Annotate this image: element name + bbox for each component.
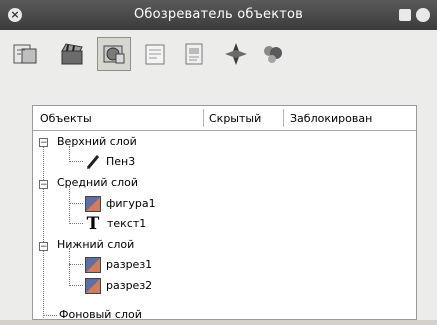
title-bar: × Обозреватель объектов [0, 0, 437, 30]
maximize-icon[interactable] [416, 8, 430, 22]
tree-row-layer[interactable]: Верхний слой [57, 132, 137, 152]
tree-row-label: Пен3 [106, 155, 136, 168]
tool-document-props[interactable] [8, 37, 42, 71]
tree-row-label: текст1 [107, 217, 147, 230]
column-divider[interactable] [283, 109, 284, 127]
toolbar [0, 30, 437, 80]
object-tree[interactable]: Объекты Скрытый Заблокирован − Верхний с… [32, 105, 417, 321]
tree-line [43, 315, 57, 316]
shape-icon [85, 196, 101, 212]
navigator-icon [225, 43, 247, 65]
tool-notes[interactable] [138, 37, 172, 71]
tree-row-shape[interactable]: фигура1 [85, 194, 156, 214]
pen-icon [86, 155, 100, 169]
column-locked[interactable]: Заблокирован [290, 112, 372, 125]
tree-line [69, 203, 83, 204]
shape-icon [85, 278, 101, 294]
tree-line [69, 223, 83, 224]
column-objects[interactable]: Объекты [40, 112, 92, 125]
tool-page[interactable] [177, 37, 211, 71]
column-divider[interactable] [203, 109, 204, 127]
tree-line [43, 146, 44, 318]
column-hidden[interactable]: Скрытый [209, 112, 261, 125]
tree-row-label: разрез1 [106, 258, 153, 271]
tree-line [69, 285, 83, 286]
tree-row-label: фигура1 [106, 197, 156, 210]
tree-row-shape[interactable]: разрез2 [85, 276, 152, 296]
layers-icon [264, 46, 282, 63]
shape-icon [85, 257, 101, 273]
tool-objects-browser[interactable] [97, 37, 131, 71]
minimize-icon[interactable] [399, 9, 411, 21]
tree-row-text[interactable]: T текст1 [85, 214, 147, 234]
collapse-toggle[interactable]: − [39, 242, 48, 252]
tree-row-label: Верхний слой [57, 135, 137, 148]
tool-clapperboard[interactable] [55, 37, 89, 71]
window-title: Обозреватель объектов [133, 7, 304, 22]
page-icon [185, 43, 203, 65]
document-props-icon [13, 44, 37, 64]
text-icon: T [86, 214, 100, 234]
tree-row-pen[interactable]: Пен3 [85, 152, 135, 172]
tree-row-layer[interactable]: Нижний слой [57, 235, 134, 255]
tree-row-shape[interactable]: разрез1 [85, 255, 152, 275]
tree-line [69, 264, 83, 265]
tree-row-layer[interactable]: Фоновый слой [59, 305, 142, 325]
collapse-toggle[interactable]: − [39, 138, 48, 148]
objects-browser-icon [103, 45, 125, 64]
tree-row-label: Средний слой [57, 176, 138, 189]
tool-navigator[interactable] [219, 37, 253, 71]
collapse-toggle[interactable]: − [39, 180, 48, 190]
tree-row-label: Фоновый слой [59, 308, 142, 321]
tree-line [69, 161, 83, 162]
notes-icon [145, 44, 165, 65]
tree-header: Объекты Скрытый Заблокирован [33, 106, 416, 131]
clapperboard-icon [61, 43, 83, 65]
tree-row-label: Нижний слой [57, 238, 135, 251]
tool-layers[interactable] [256, 37, 290, 71]
tree-row-layer[interactable]: Средний слой [57, 173, 138, 193]
tree-row-label: разрез2 [106, 279, 153, 292]
